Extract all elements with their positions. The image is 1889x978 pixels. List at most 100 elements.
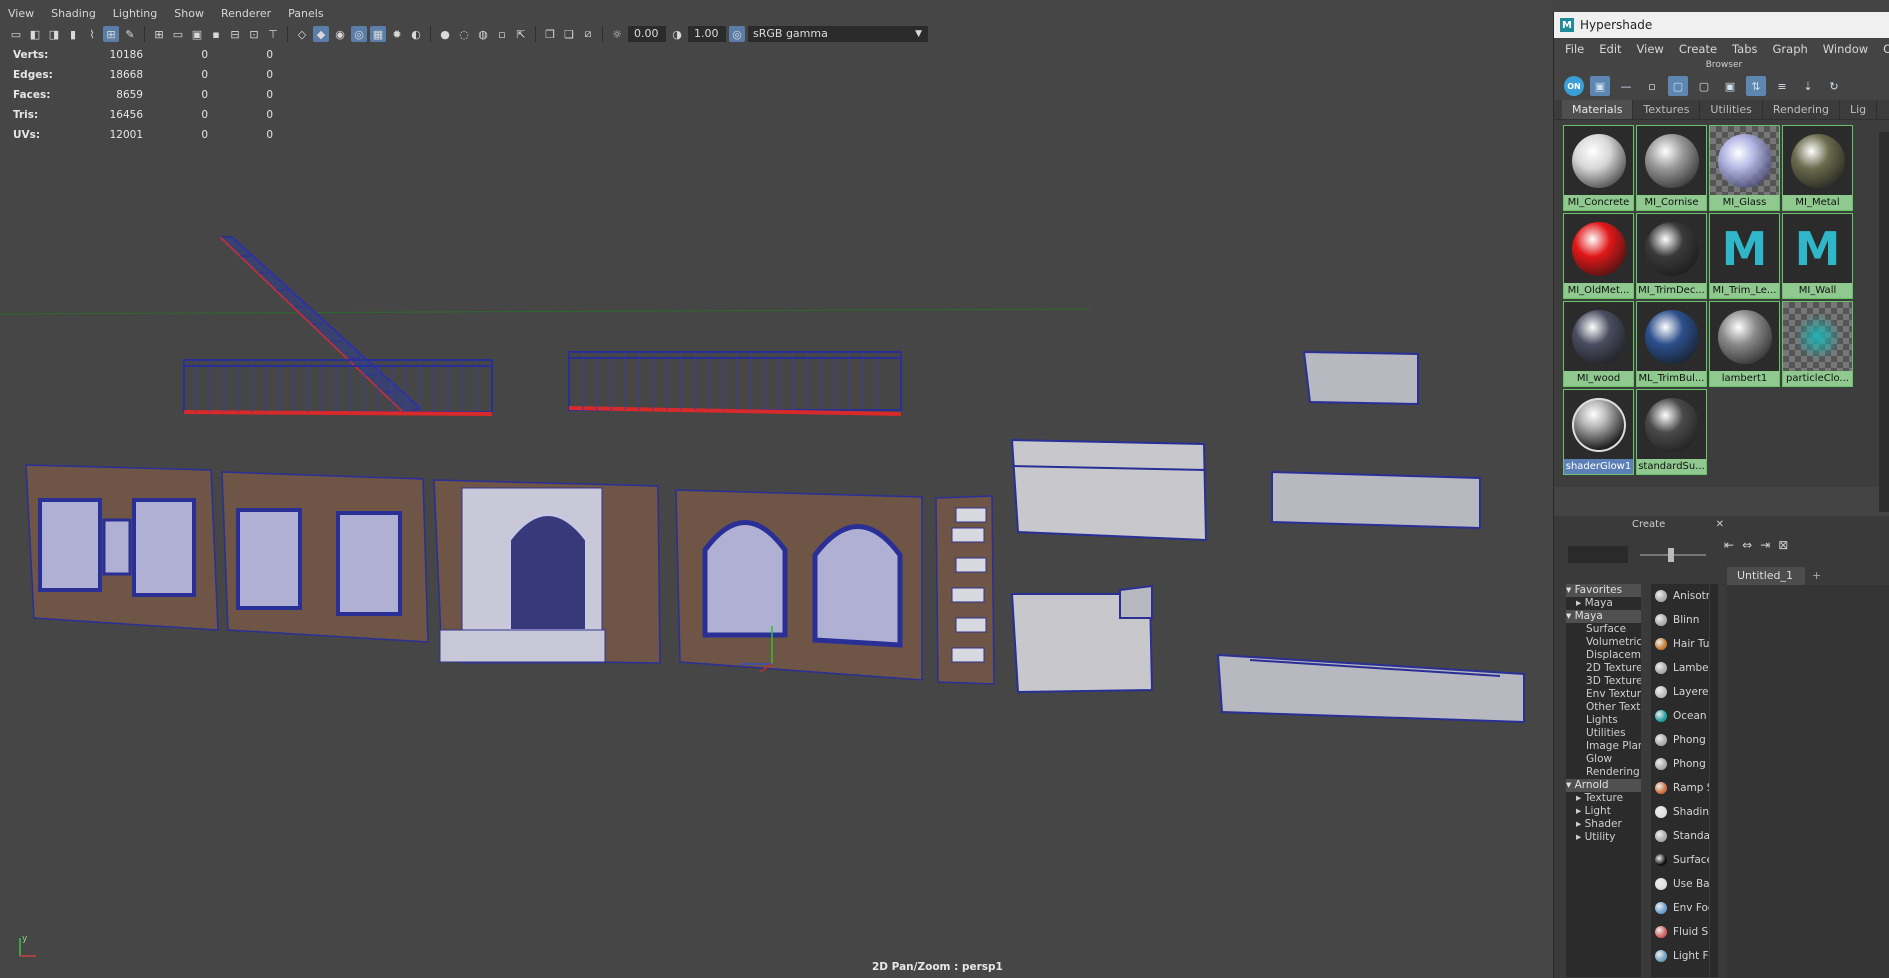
- node-type-item[interactable]: Phong: [1651, 728, 1709, 752]
- sort-alpha-icon[interactable]: ⇅: [1746, 76, 1766, 96]
- menu-view[interactable]: View: [1630, 42, 1672, 56]
- fire-escape-balcony-left[interactable]: [183, 359, 493, 416]
- hypershade-window[interactable]: M Hypershade File Edit View Create Tabs …: [1553, 12, 1889, 978]
- sort-time-icon[interactable]: ⇣: [1798, 76, 1818, 96]
- node-type-item[interactable]: Ramp S: [1651, 776, 1709, 800]
- tree-item[interactable]: Other Text: [1566, 701, 1641, 714]
- material-swatch[interactable]: M MI_Trim_Le...: [1709, 213, 1780, 299]
- fire-escape-balcony-right[interactable]: [568, 351, 902, 416]
- material-swatch[interactable]: MI_Glass: [1709, 125, 1780, 211]
- tab-textures[interactable]: Textures: [1633, 100, 1701, 119]
- viewport-panel[interactable]: View Shading Lighting Show Renderer Pane…: [0, 0, 1553, 978]
- output-connections-icon[interactable]: ⇥: [1760, 538, 1770, 558]
- fire-escape-stair[interactable]: [218, 236, 422, 415]
- material-swatch[interactable]: lambert1: [1709, 301, 1780, 387]
- material-swatch[interactable]: MI_OldMet...: [1563, 213, 1634, 299]
- tree-item[interactable]: Utilities: [1566, 727, 1641, 740]
- material-swatch[interactable]: ML_TrimBul...: [1636, 301, 1707, 387]
- node-type-item[interactable]: Phong E: [1651, 752, 1709, 776]
- tree-item[interactable]: ▾ Maya: [1566, 610, 1641, 623]
- tree-item[interactable]: ▸ Light: [1566, 805, 1641, 818]
- node-type-item[interactable]: Shading: [1651, 800, 1709, 824]
- material-swatch[interactable]: MI_wood: [1563, 301, 1634, 387]
- node-type-item[interactable]: Env Fog: [1651, 896, 1709, 920]
- menu-graph[interactable]: Graph: [1766, 42, 1816, 56]
- node-type-item[interactable]: Light Fo: [1651, 944, 1709, 968]
- tab-materials[interactable]: Materials: [1562, 100, 1634, 119]
- sort-type-icon[interactable]: ≡: [1772, 76, 1792, 96]
- tree-item[interactable]: ▸ Shader: [1566, 818, 1641, 831]
- material-swatch[interactable]: M MI_Wall: [1782, 213, 1853, 299]
- node-type-item[interactable]: Ocean S: [1651, 704, 1709, 728]
- node-type-item[interactable]: Fluid Sh: [1651, 920, 1709, 944]
- node-editor-graph[interactable]: [1727, 585, 1889, 978]
- tree-item[interactable]: 3D Texture: [1566, 675, 1641, 688]
- tree-item[interactable]: ▾ Arnold: [1566, 779, 1641, 792]
- material-swatch[interactable]: particleClo...: [1782, 301, 1853, 387]
- tree-item[interactable]: Displacem: [1566, 649, 1641, 662]
- scene-geometry[interactable]: [0, 0, 1553, 978]
- tree-item[interactable]: 2D Texture: [1566, 662, 1641, 675]
- small-swatch-icon[interactable]: ▫: [1642, 76, 1662, 96]
- door-panel[interactable]: [433, 479, 661, 664]
- tree-item[interactable]: Lights: [1566, 714, 1641, 727]
- node-type-item[interactable]: Use Bac: [1651, 872, 1709, 896]
- wall-panel-two-windows[interactable]: [25, 464, 219, 631]
- tree-item[interactable]: Glow: [1566, 753, 1641, 766]
- node-type-item[interactable]: Hair Tul: [1651, 632, 1709, 656]
- browser-scrollbar[interactable]: [1879, 132, 1889, 512]
- wall-panel-windows[interactable]: [221, 471, 429, 643]
- ledge-medium[interactable]: [1271, 470, 1481, 530]
- tree-item[interactable]: ▾ Favorites: [1566, 584, 1641, 597]
- cornice-piece-a[interactable]: [1010, 438, 1208, 542]
- tree-item[interactable]: Surface: [1566, 623, 1641, 636]
- menu-tabs[interactable]: Tabs: [1725, 42, 1765, 56]
- close-icon[interactable]: ✕: [1716, 516, 1724, 534]
- list-view-icon[interactable]: —: [1616, 76, 1636, 96]
- ledge-long[interactable]: [1216, 653, 1525, 724]
- cornice-piece-b[interactable]: [1010, 584, 1154, 694]
- xlarge-swatch-icon[interactable]: ▣: [1720, 76, 1740, 96]
- material-swatch[interactable]: MI_TrimDec...: [1636, 213, 1707, 299]
- wall-panel-arched-windows[interactable]: [675, 489, 923, 681]
- menu-file[interactable]: File: [1558, 42, 1592, 56]
- tree-item[interactable]: ▸ Utility: [1566, 831, 1641, 844]
- input-output-icon[interactable]: ⇔: [1742, 538, 1752, 558]
- create-search-input[interactable]: [1568, 546, 1628, 563]
- refresh-icon[interactable]: ↻: [1824, 76, 1844, 96]
- large-swatch-icon[interactable]: ▢: [1694, 76, 1714, 96]
- slider-handle[interactable]: [1668, 548, 1674, 562]
- clear-graph-icon[interactable]: ⊠: [1778, 538, 1788, 558]
- menu-options[interactable]: Opti: [1876, 42, 1889, 56]
- ledge-small[interactable]: [1302, 350, 1419, 406]
- tree-item[interactable]: Env Textur: [1566, 688, 1641, 701]
- menu-edit[interactable]: Edit: [1592, 42, 1629, 56]
- material-swatch[interactable]: standardSu...: [1636, 389, 1707, 475]
- node-type-item[interactable]: Lambert: [1651, 656, 1709, 680]
- tree-item[interactable]: ▸ Texture: [1566, 792, 1641, 805]
- graph-tab-untitled[interactable]: Untitled_1: [1727, 567, 1805, 585]
- menu-create[interactable]: Create: [1672, 42, 1725, 56]
- material-swatch[interactable]: shaderGlow1: [1563, 389, 1634, 475]
- input-connections-icon[interactable]: ⇤: [1724, 538, 1734, 558]
- menu-window[interactable]: Window: [1816, 42, 1876, 56]
- node-type-item[interactable]: Anisotr: [1651, 584, 1709, 608]
- node-list-scrollbar[interactable]: [1710, 584, 1718, 977]
- icon-view-icon[interactable]: ▣: [1590, 76, 1610, 96]
- medium-swatch-icon[interactable]: ▢: [1668, 76, 1688, 96]
- tree-item[interactable]: ▸ Maya: [1566, 597, 1641, 610]
- hypershade-title-bar[interactable]: M Hypershade: [1554, 12, 1889, 38]
- node-type-item[interactable]: Surface: [1651, 848, 1709, 872]
- render-toggle-button[interactable]: ON: [1564, 76, 1584, 96]
- tree-item[interactable]: Image Plar: [1566, 740, 1641, 753]
- node-type-item[interactable]: Blinn: [1651, 608, 1709, 632]
- tab-lights[interactable]: Lig: [1840, 100, 1878, 119]
- node-type-item[interactable]: Layered: [1651, 680, 1709, 704]
- corner-pillar[interactable]: [935, 495, 995, 685]
- material-swatch[interactable]: MI_Metal: [1782, 125, 1853, 211]
- tab-rendering[interactable]: Rendering: [1763, 100, 1840, 119]
- material-swatch[interactable]: MI_Cornise: [1636, 125, 1707, 211]
- node-type-item[interactable]: Standar: [1651, 824, 1709, 848]
- tree-item[interactable]: Rendering: [1566, 766, 1641, 779]
- tab-utilities[interactable]: Utilities: [1700, 100, 1763, 119]
